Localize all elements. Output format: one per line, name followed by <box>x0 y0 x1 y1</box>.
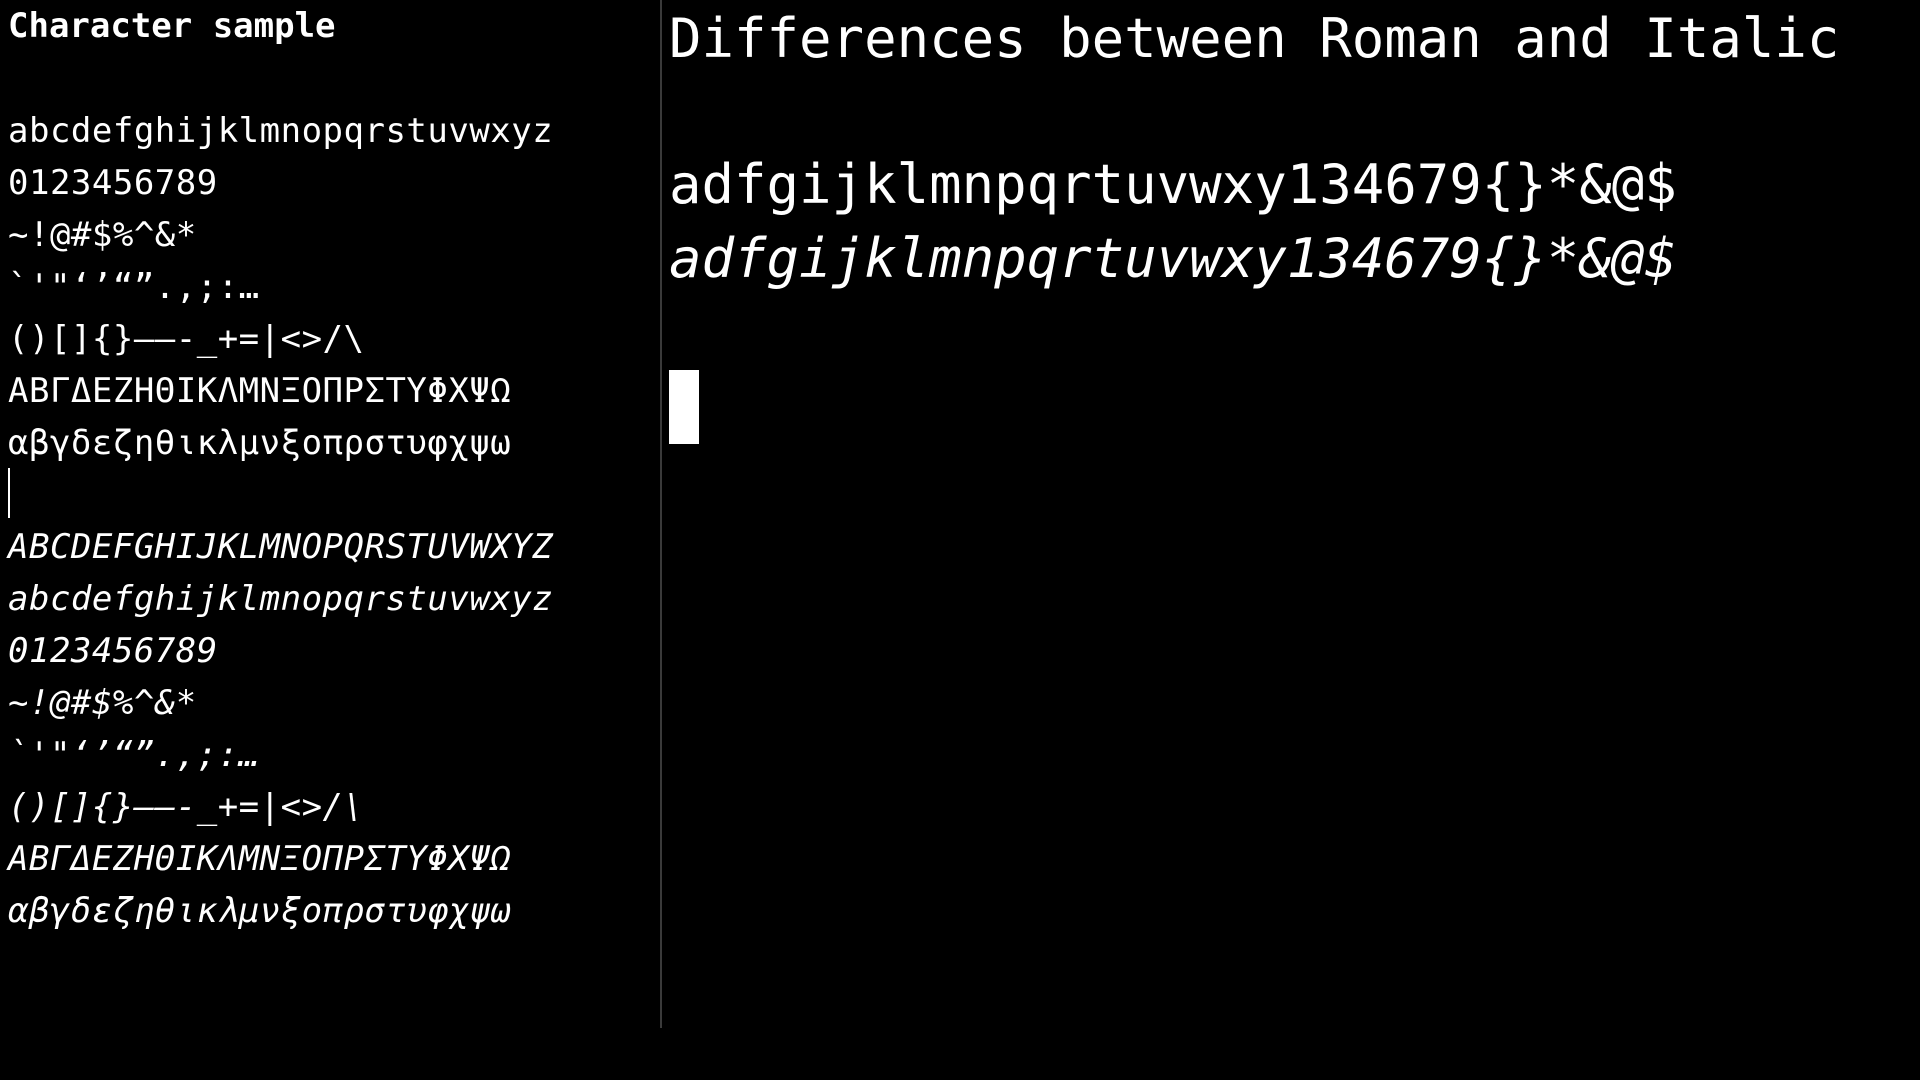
roman-greek-lowercase-line: αβγδεζηθικλμνξοπρστυφχψω <box>8 423 512 463</box>
italic-digits-line: 0123456789 <box>8 631 218 671</box>
roman-digits-line: 0123456789 <box>8 163 218 203</box>
italic-lowercase-line: abcdefghijklmnopqrstuvwxyz <box>8 579 554 619</box>
block-cursor <box>669 370 699 444</box>
roman-greek-uppercase-line: ΑΒΓΔΕΖΗΘΙΚΛΜΝΞΟΠΡΣΤΥΦΧΨΩ <box>8 371 512 411</box>
roman-italic-comparison-pane[interactable]: Differences between Roman and Italic adf… <box>662 0 1920 1028</box>
italic-comparison-line: adfgijklmnpqrtuvwxy134679{}*&@$ <box>669 227 1677 290</box>
roman-lowercase-line: abcdefghijklmnopqrstuvwxyz <box>8 111 554 151</box>
roman-brackets-operators-line: ()[]{}—–-_+=|<>/\ <box>8 319 365 359</box>
character-sample-pane[interactable]: Character sample abcdefghijklmnopqrstuvw… <box>0 0 660 1028</box>
roman-comparison-line: adfgijklmnpqrtuvwxy134679{}*&@$ <box>669 153 1677 216</box>
roman-quotes-punctuation-line: `'"‘’“”.,;:… <box>8 267 260 307</box>
italic-greek-uppercase-line: ΑΒΓΔΕΖΗΘΙΚΛΜΝΞΟΠΡΣΤΥΦΧΨΩ <box>8 839 512 879</box>
italic-symbols-line: ~!@#$%^&* <box>8 683 197 723</box>
text-caret <box>8 468 10 518</box>
italic-quotes-punctuation-line: `'"‘’“”.,;:… <box>8 735 260 775</box>
italic-greek-lowercase-line: αβγδεζηθικλμνξοπρστυφχψω <box>8 891 512 931</box>
character-sample-title: Character sample <box>8 6 336 46</box>
italic-uppercase-line: ABCDEFGHIJKLMNOPQRSTUVWXYZ <box>8 527 554 567</box>
comparison-title: Differences between Roman and Italic <box>669 7 1840 70</box>
roman-symbols-line: ~!@#$%^&* <box>8 215 197 255</box>
italic-brackets-operators-line: ()[]{}—–-_+=|<>/\ <box>8 787 365 827</box>
